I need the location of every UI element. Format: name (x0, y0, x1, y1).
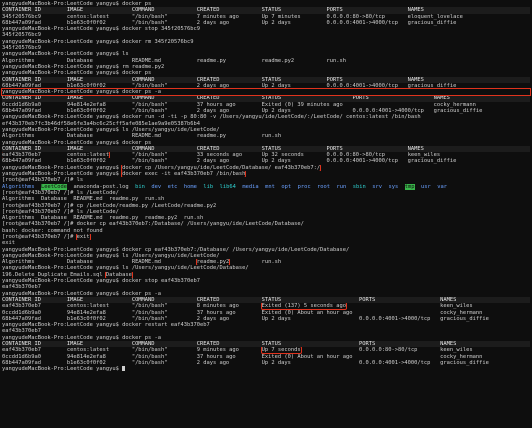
dir-entry: sbin (352, 183, 366, 190)
highlight-box: docker cp /Users/yangyu/ide/LeetCode/Dat… (121, 164, 322, 172)
dir-entry: etc (167, 183, 178, 190)
highlight-box: Up 7 seconds (260, 347, 302, 354)
terminal-line: Algorithms LeetCode anaconda-post.log bi… (2, 183, 530, 190)
cursor (122, 366, 126, 372)
dir-entry: srv (372, 183, 383, 190)
dir-entry: opt (281, 183, 292, 190)
terminal-window[interactable]: yangyudeMacBook-Pro:LeetCode yangyu$ doc… (0, 0, 532, 428)
highlight-box: Exited (137) 5 seconds ago (260, 303, 348, 310)
dir-entry: var (437, 183, 448, 190)
dir-entry: LeetCode (40, 183, 67, 190)
terminal-line: yangyudeMacBook-Pro:LeetCode yangyu$ (2, 366, 530, 372)
terminal-line: eaf43b370eb7 centos:latest "/bin/bash" 9… (2, 347, 473, 354)
dir-entry: root (317, 183, 331, 190)
dir-entry: sys (388, 183, 399, 190)
dir-entry: dev (151, 183, 162, 190)
terminal-line: 345f20576bc9 centos:latest "/bin/bash" 7… (2, 13, 463, 20)
dir-entry: Algorithms (2, 183, 35, 190)
dir-entry: anaconda-post.log (73, 183, 129, 190)
terminal-line: 68b447a09fad b1e63c0f0f02 "/bin/bash" 2 … (2, 158, 457, 165)
highlight-box: eaf43b370eb7 centos:latest (2, 152, 111, 159)
terminal-line: eaf43b370eb7 centos:latest "/bin/bash" 8… (2, 303, 473, 310)
dir-entry: mnt (265, 183, 275, 190)
dir-entry: lib64 (219, 183, 236, 190)
highlight-box: Database (104, 271, 133, 279)
terminal-line: 0ccdd1d6b9a0 94e814e2efa8 "/bin/bash" 37… (2, 353, 483, 360)
dir-entry: proc (297, 183, 311, 190)
dir-entry: run (336, 183, 347, 190)
highlight-box: docker exec -it eaf43b370eb7 /bin/bash (121, 171, 247, 178)
dir-entry: home (183, 183, 197, 190)
dir-entry: bin (135, 183, 145, 190)
dir-entry: lib (203, 183, 214, 190)
dir-entry: media (242, 183, 259, 190)
dir-entry: usr (421, 183, 431, 190)
highlight-box: exit (75, 233, 91, 241)
dir-entry: tmp (404, 183, 415, 190)
highlight-box: readme.py2 (195, 259, 231, 266)
terminal-line: 0ccdd1d6b9a0 94e814e2efa8 "/bin/bash" 37… (2, 309, 483, 316)
